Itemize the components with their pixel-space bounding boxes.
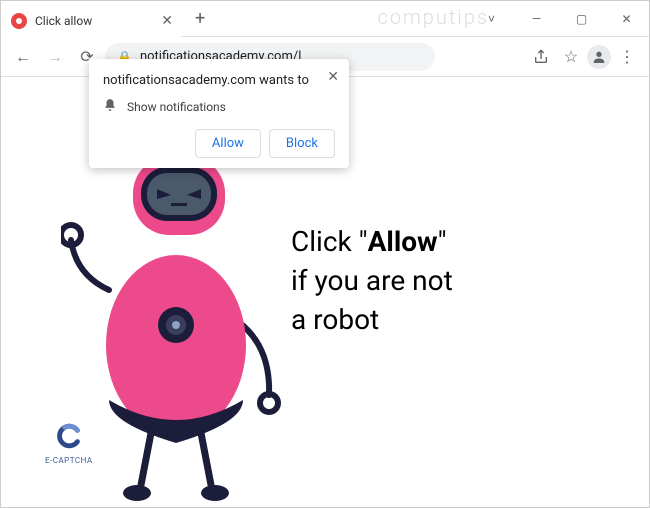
menu-icon[interactable]: ⋮ xyxy=(613,43,641,71)
notification-permission-prompt: ✕ notificationsacademy.com wants to Show… xyxy=(89,59,349,168)
block-button[interactable]: Block xyxy=(269,129,335,158)
window-controls: ˅ — ▢ ✕ xyxy=(469,1,649,37)
captcha-badge: E-CAPTCHA xyxy=(45,422,93,465)
msg-line1-pre: Click " xyxy=(291,225,368,258)
prompt-permission-label: Show notifications xyxy=(127,100,226,114)
maximize-button[interactable]: ▢ xyxy=(559,1,604,37)
favicon-icon xyxy=(11,13,27,29)
profile-avatar-icon[interactable] xyxy=(587,45,611,69)
robot-illustration xyxy=(61,145,291,505)
share-icon[interactable] xyxy=(527,43,555,71)
captcha-logo-icon xyxy=(55,422,83,450)
prompt-permission-row: Show notifications xyxy=(103,98,335,115)
msg-line1-bold: Allow xyxy=(368,225,438,258)
tab-title: Click allow xyxy=(35,14,92,28)
forward-button[interactable]: → xyxy=(41,43,69,71)
bookmark-icon[interactable]: ☆ xyxy=(557,43,585,71)
close-button[interactable]: ✕ xyxy=(604,1,649,37)
bell-icon xyxy=(103,98,117,115)
tab-close-icon[interactable]: ✕ xyxy=(161,13,173,29)
allow-button[interactable]: Allow xyxy=(195,129,261,158)
captcha-label: E-CAPTCHA xyxy=(45,456,93,465)
prompt-origin-text: notificationsacademy.com wants to xyxy=(103,73,335,88)
msg-line3: a robot xyxy=(291,300,453,339)
watermark-text: computips xyxy=(378,5,490,29)
browser-title-bar: Click allow ✕ + computips ˅ — ▢ ✕ xyxy=(1,1,649,37)
instruction-text: Click "Allow" if you are not a robot xyxy=(291,222,453,340)
msg-line2: if you are not xyxy=(291,261,453,300)
browser-tab[interactable]: Click allow ✕ xyxy=(1,5,181,37)
minimize-button[interactable]: — xyxy=(514,1,559,37)
back-button[interactable]: ← xyxy=(9,43,37,71)
new-tab-button[interactable]: + xyxy=(191,6,209,32)
prompt-close-icon[interactable]: ✕ xyxy=(327,69,339,85)
msg-line1-post: " xyxy=(438,225,447,258)
